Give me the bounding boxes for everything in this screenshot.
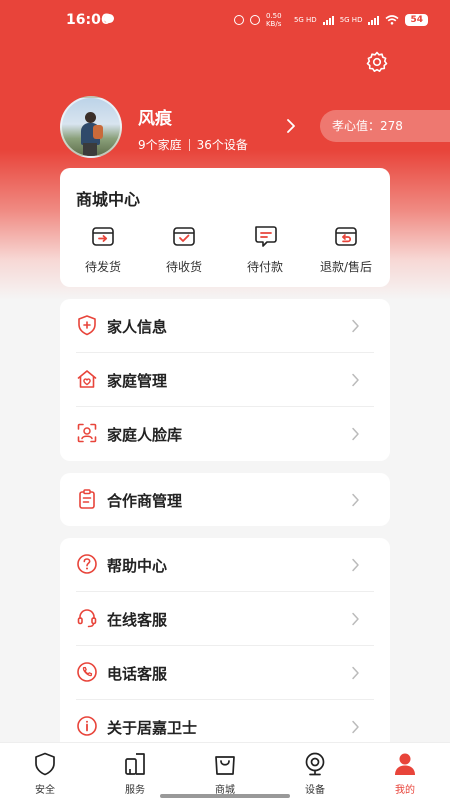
order-to-ship[interactable]: 待发货 — [73, 223, 133, 275]
menu-partner-manage-label: 合作商管理 — [107, 492, 183, 510]
payment-pending-icon — [255, 226, 277, 247]
battery-indicator: 54 — [405, 14, 428, 26]
menu-family-manage[interactable]: 家庭管理 — [76, 353, 374, 407]
signal-label-1: 5G HD — [293, 16, 317, 24]
menu-help-center[interactable]: 帮助中心 — [76, 538, 374, 592]
username: 风痕 — [138, 109, 172, 129]
alarm-icon — [233, 15, 244, 25]
status-indicators: 0.50 KB/s 5G HD 5G HD 54 — [233, 12, 428, 28]
signal-label-2: 5G HD — [339, 16, 363, 24]
gear-icon — [366, 51, 388, 72]
chevron-right-icon — [352, 720, 359, 734]
user-icon — [395, 753, 415, 775]
tab-devices[interactable]: 设备 — [270, 743, 360, 800]
bottom-tab-bar: 安全 服务 商城 设备 我的 — [0, 742, 450, 800]
device-count: 36个设备 — [196, 138, 248, 152]
message-icon — [104, 14, 114, 23]
headset-icon — [77, 609, 97, 628]
status-bar: 16:06 0.50 KB/s 5G HD 5G HD 54 — [0, 0, 450, 40]
tab-mall[interactable]: 商城 — [180, 743, 270, 800]
order-to-receive-label: 待收货 — [165, 260, 202, 274]
signal-bars-icon-2 — [368, 15, 380, 25]
profile-detail-button[interactable] — [284, 118, 298, 134]
order-refund[interactable]: 退款/售后 — [316, 223, 376, 275]
chevron-right-icon — [352, 373, 359, 387]
vibrate-icon — [249, 15, 260, 25]
menu-online-service-label: 在线客服 — [107, 611, 168, 629]
wifi-icon — [385, 15, 399, 25]
menu-face-library-label: 家庭人脸库 — [107, 426, 183, 444]
shop-center-title: 商城中心 — [76, 190, 141, 209]
tab-security-label: 安全 — [35, 785, 55, 796]
menu-partner-manage[interactable]: 合作商管理 — [76, 473, 374, 527]
face-scan-icon — [77, 423, 97, 443]
signal-bars-icon — [322, 15, 334, 25]
menu-phone-service-label: 电话客服 — [107, 665, 168, 683]
settings-button[interactable] — [365, 50, 389, 74]
order-to-receive[interactable]: 待收货 — [154, 223, 214, 275]
question-icon — [77, 554, 97, 574]
chevron-right-icon — [352, 427, 359, 441]
menu-family-manage-label: 家庭管理 — [107, 372, 168, 390]
partner-menu-card: 合作商管理 — [60, 473, 390, 526]
chevron-right-icon — [352, 319, 359, 333]
shield-plus-icon — [78, 315, 96, 336]
phone-icon — [77, 662, 97, 682]
shipment-pending-icon — [92, 227, 114, 246]
menu-phone-service[interactable]: 电话客服 — [76, 646, 374, 700]
menu-online-service[interactable]: 在线客服 — [76, 592, 374, 646]
avatar[interactable] — [60, 96, 122, 158]
tab-service[interactable]: 服务 — [90, 743, 180, 800]
chevron-right-icon — [352, 493, 359, 507]
family-count: 9个家庭 — [138, 138, 182, 152]
shop-center-card: 商城中心 待发货 待收货 待付款 退款/售后 — [60, 168, 390, 287]
order-to-ship-label: 待发货 — [84, 260, 121, 274]
menu-about-label: 关于居嘉卫士 — [107, 719, 198, 737]
order-to-pay-label: 待付款 — [246, 260, 283, 274]
user-stats: 9个家庭 36个设备 — [138, 136, 248, 153]
chevron-right-icon — [352, 666, 359, 680]
order-refund-label: 退款/售后 — [319, 260, 373, 274]
tab-mine[interactable]: 我的 — [360, 743, 450, 800]
shield-icon — [35, 752, 55, 776]
camera-icon — [305, 752, 325, 776]
service-icon — [125, 753, 145, 775]
home-heart-icon — [77, 370, 97, 388]
tab-devices-label: 设备 — [305, 785, 325, 796]
chevron-right-icon — [352, 612, 359, 626]
family-menu-card: 家人信息 家庭管理 家庭人脸库 — [60, 299, 390, 461]
clipboard-icon — [79, 489, 95, 509]
receipt-pending-icon — [173, 227, 195, 246]
order-to-pay[interactable]: 待付款 — [235, 223, 295, 275]
tab-mine-label: 我的 — [395, 785, 415, 796]
home-indicator — [160, 794, 290, 798]
menu-face-library[interactable]: 家庭人脸库 — [76, 407, 374, 461]
chevron-right-icon — [287, 119, 295, 133]
refund-icon — [335, 227, 357, 246]
order-status-row: 待发货 待收货 待付款 退款/售后 — [60, 223, 390, 275]
net-speed: 0.50 KB/s — [265, 12, 282, 28]
menu-family-info[interactable]: 家人信息 — [76, 299, 374, 353]
menu-help-center-label: 帮助中心 — [107, 557, 168, 575]
stats-divider — [188, 138, 190, 151]
tab-security[interactable]: 安全 — [0, 743, 90, 800]
help-menu-card: 帮助中心 在线客服 电话客服 关于居嘉卫士 — [60, 538, 390, 755]
chevron-right-icon — [352, 558, 359, 572]
filial-value-badge[interactable]: 孝心值：278 — [320, 110, 450, 142]
tab-service-label: 服务 — [125, 785, 145, 796]
shopping-bag-icon — [215, 756, 235, 775]
menu-family-info-label: 家人信息 — [107, 318, 168, 336]
info-icon — [77, 716, 97, 736]
